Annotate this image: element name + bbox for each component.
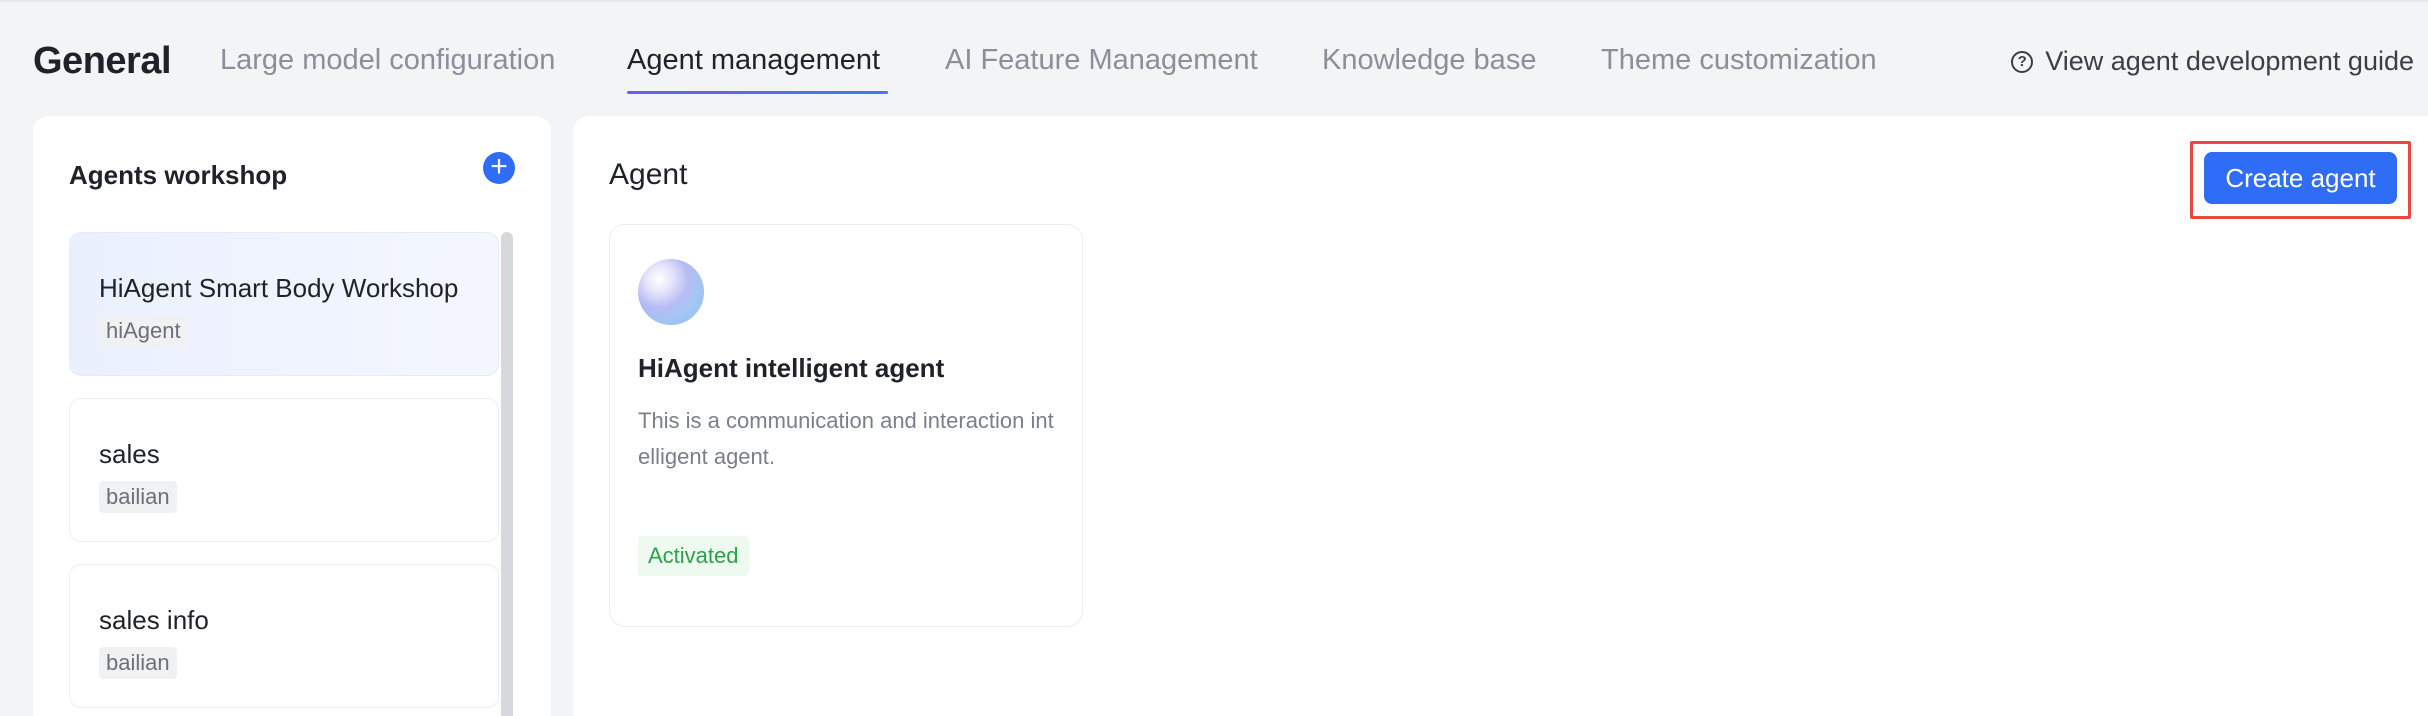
tab-theme-customization[interactable]: Theme customization bbox=[1601, 44, 1877, 77]
tab-ai-feature-management[interactable]: AI Feature Management bbox=[945, 44, 1258, 77]
create-agent-button[interactable]: Create agent bbox=[2204, 152, 2397, 204]
header: General Large model configuration Agent … bbox=[0, 0, 2428, 116]
workshop-item-tag: bailian bbox=[99, 647, 177, 679]
add-workshop-button[interactable]: + bbox=[483, 152, 515, 184]
workshop-item-tag: bailian bbox=[99, 481, 177, 513]
view-guide-label: View agent development guide bbox=[2045, 46, 2414, 76]
view-guide-link[interactable]: ? View agent development guide bbox=[2011, 46, 2414, 77]
question-circle-icon: ? bbox=[2011, 50, 2034, 73]
workshop-item-hiagent[interactable]: HiAgent Smart Body Workshop hiAgent bbox=[69, 232, 499, 376]
agent-panel: Agent Create agent HiAgent intelligent a… bbox=[573, 116, 2428, 716]
workshop-item-tag: hiAgent bbox=[99, 315, 188, 347]
agent-card[interactable]: HiAgent intelligent agent This is a comm… bbox=[609, 224, 1083, 627]
plus-circle-icon: + bbox=[490, 150, 508, 183]
agent-avatar bbox=[638, 259, 704, 325]
agent-panel-title: Agent bbox=[609, 158, 688, 191]
workshop-item-sales[interactable]: sales bailian bbox=[69, 398, 499, 542]
workshop-item-name: HiAgent Smart Body Workshop bbox=[99, 273, 459, 303]
tab-large-model-configuration[interactable]: Large model configuration bbox=[220, 44, 555, 77]
tab-knowledge-base[interactable]: Knowledge base bbox=[1322, 44, 1536, 77]
page-title: General bbox=[33, 40, 172, 82]
workshop-item-name: sales bbox=[99, 439, 160, 469]
tab-agent-management[interactable]: Agent management bbox=[627, 44, 880, 77]
agent-card-title: HiAgent intelligent agent bbox=[638, 353, 945, 383]
workshop-list-scrollbar[interactable] bbox=[501, 232, 513, 716]
agents-workshop-panel: Agents workshop + HiAgent Smart Body Wor… bbox=[33, 116, 551, 716]
status-badge: Activated bbox=[638, 536, 749, 576]
active-tab-underline bbox=[627, 91, 888, 94]
workshop-item-sales-info[interactable]: sales info bailian bbox=[69, 564, 499, 708]
agents-workshop-title: Agents workshop bbox=[69, 160, 288, 190]
page: General Large model configuration Agent … bbox=[0, 0, 2428, 716]
workshop-item-name: sales info bbox=[99, 605, 209, 635]
agent-card-description: This is a communication and interaction … bbox=[638, 408, 1054, 469]
